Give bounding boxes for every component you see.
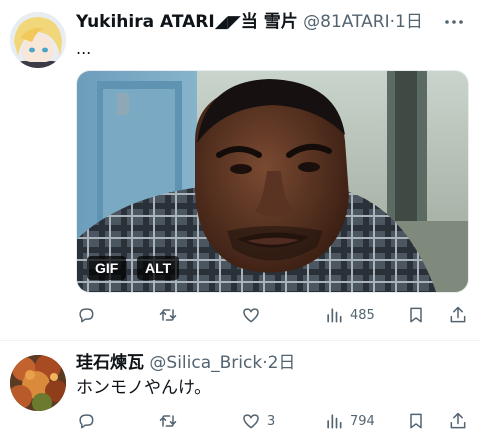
- tweet-actions: 3 794: [76, 408, 472, 434]
- timestamp[interactable]: 2日: [268, 353, 296, 373]
- avatar[interactable]: [10, 355, 66, 411]
- retweet-icon: [159, 415, 177, 427]
- heart-icon: [243, 414, 259, 429]
- tweet[interactable]: 珪石煉瓦 @Silica_Brick·2日 ホンモノやんけ。 3 794: [0, 340, 480, 435]
- bookmark-icon: [410, 413, 422, 429]
- tweet[interactable]: Yukihira ATARI◢◤当 雪片 @81ATARI·1日 ... GIF…: [0, 0, 480, 340]
- tweet-header: 珪石煉瓦 @Silica_Brick·2日: [76, 351, 440, 375]
- bookmark-button[interactable]: [406, 408, 426, 434]
- tweet-actions: 485: [76, 302, 472, 328]
- reply-button[interactable]: [76, 408, 96, 434]
- analytics-icon: [327, 308, 342, 323]
- gif-badge: GIF: [87, 256, 127, 280]
- like-button[interactable]: 3: [241, 408, 275, 434]
- tweet-header: Yukihira ATARI◢◤当 雪片 @81ATARI·1日: [76, 10, 440, 34]
- user-handle[interactable]: @81ATARI: [303, 12, 389, 32]
- analytics-icon: [327, 414, 342, 429]
- view-count: 794: [350, 413, 375, 429]
- like-button[interactable]: [241, 302, 267, 328]
- avatar[interactable]: [10, 12, 66, 68]
- views-button[interactable]: 485: [324, 302, 375, 328]
- share-button[interactable]: [448, 408, 468, 434]
- retweet-button[interactable]: [158, 408, 178, 434]
- view-count: 485: [350, 307, 375, 323]
- gif-frame: [77, 71, 468, 292]
- alt-text-badge[interactable]: ALT: [137, 256, 180, 280]
- share-button[interactable]: [448, 302, 468, 328]
- user-handle[interactable]: @Silica_Brick: [149, 353, 262, 373]
- bookmark-icon: [410, 307, 422, 323]
- bookmark-button[interactable]: [406, 302, 426, 328]
- gif-media[interactable]: GIF ALT: [76, 70, 469, 293]
- retweet-icon: [159, 309, 177, 321]
- reply-icon: [79, 414, 94, 429]
- display-name[interactable]: Yukihira ATARI◢◤当 雪片: [76, 12, 298, 32]
- timestamp[interactable]: 1日: [395, 12, 423, 32]
- tweet-text: ホンモノやんけ。: [76, 378, 212, 398]
- like-count: 3: [267, 413, 276, 429]
- heart-icon: [243, 308, 259, 323]
- retweet-button[interactable]: [158, 302, 178, 328]
- views-button[interactable]: 794: [324, 408, 375, 434]
- reply-icon: [79, 308, 94, 323]
- tweet-text: ...: [76, 39, 92, 58]
- share-icon: [450, 306, 466, 323]
- more-horizontal-icon[interactable]: [442, 10, 466, 34]
- share-icon: [450, 412, 466, 429]
- display-name[interactable]: 珪石煉瓦: [76, 353, 144, 373]
- reply-button[interactable]: [76, 302, 96, 328]
